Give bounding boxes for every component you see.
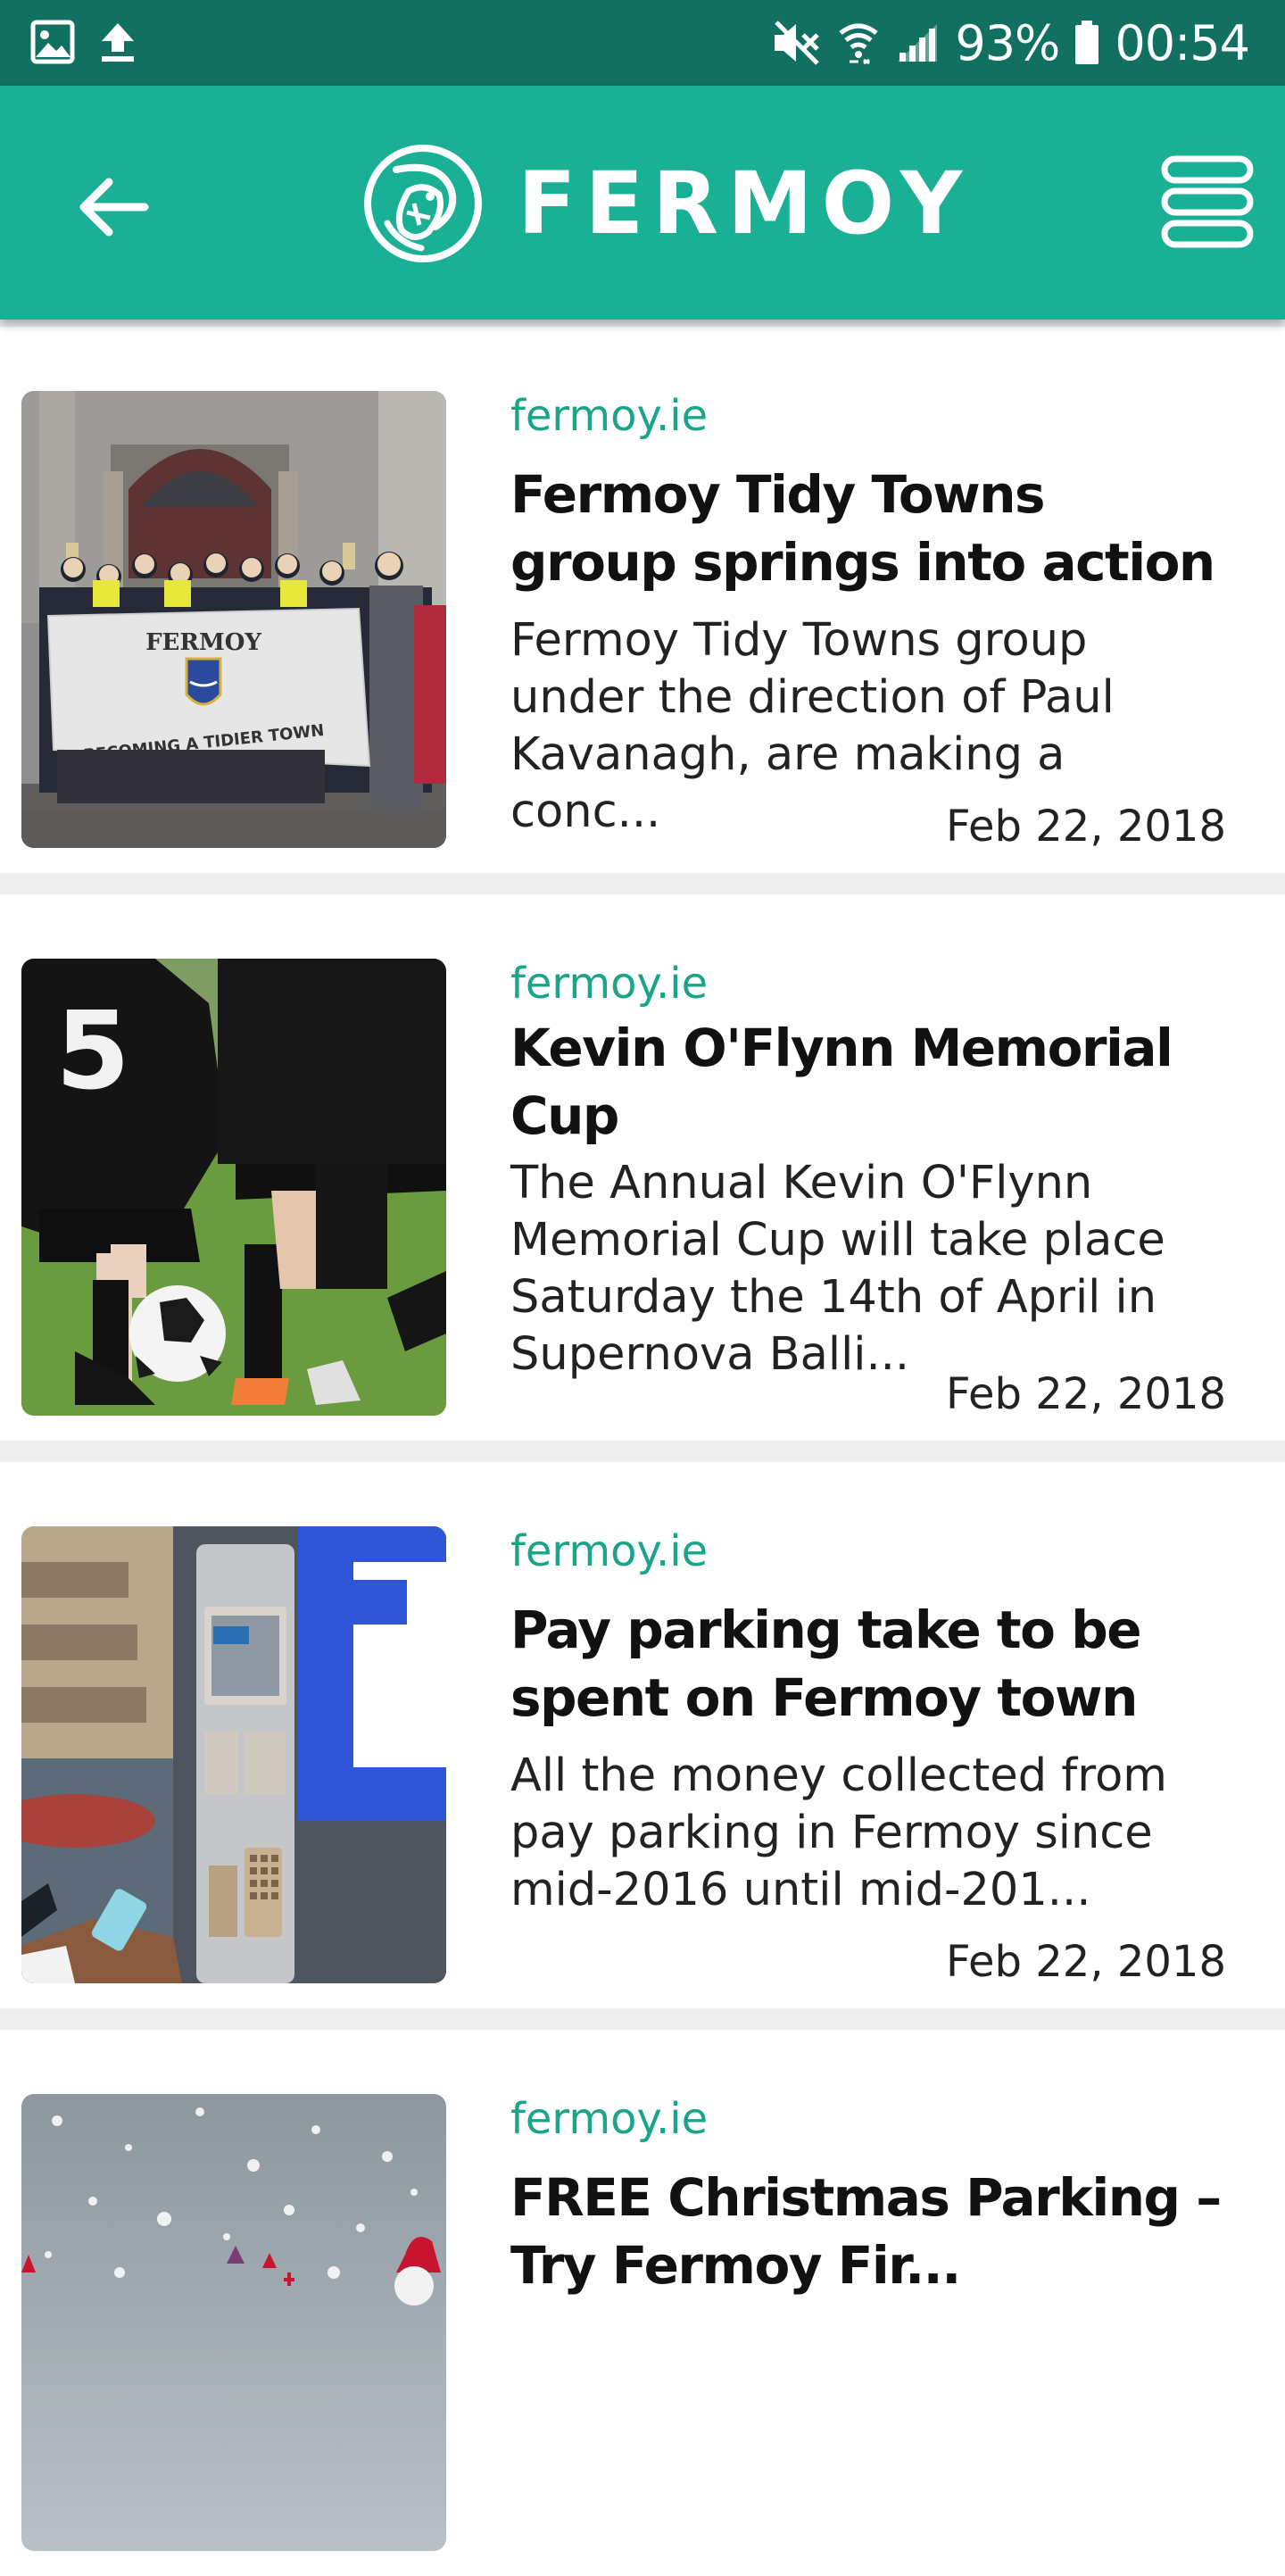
article-source[interactable]: fermoy.ie — [510, 391, 1224, 441]
article-date: Feb 22, 2018 — [946, 1937, 1226, 1987]
article-thumbnail: 5 — [21, 959, 446, 1416]
article-title[interactable]: Fermoy Tidy Towns group springs into act… — [510, 461, 1224, 596]
mute-icon — [775, 21, 820, 65]
fish-logo-icon — [364, 145, 482, 262]
image-icon — [30, 20, 75, 64]
article-thumbnail — [21, 2094, 446, 2551]
article-thumbnail: P — [21, 1526, 446, 1983]
article-excerpt: The Annual Kevin O'Flynn Memorial Cup wi… — [510, 1157, 1165, 1381]
signal-icon — [898, 24, 938, 62]
banner-title: FERMOY — [145, 629, 261, 656]
article-excerpt: All the money collected from pay parking… — [510, 1749, 1167, 1916]
article-thumbnail: FERMOY BECOMING A TIDIER TOWN — [21, 391, 446, 848]
article-text: fermoy.ie Pay parking take to be spent o… — [510, 1526, 1224, 1919]
article-card[interactable]: 5 fermoy.ie Kevin O'Flynn Memorial Cup T… — [0, 894, 1285, 1441]
back-arrow-icon[interactable] — [73, 166, 155, 248]
article-card[interactable]: P fermo — [0, 1462, 1285, 2008]
article-date: Feb 22, 2018 — [946, 1369, 1226, 1419]
wifi-icon — [839, 23, 878, 65]
battery-icon — [1075, 21, 1099, 64]
app-logo[interactable]: FERMOY — [362, 143, 971, 264]
app-bar: FERMOY — [0, 86, 1285, 320]
article-source[interactable]: fermoy.ie — [510, 1526, 1224, 1576]
upload-icon — [102, 23, 134, 62]
logo-text: FERMOY — [518, 154, 972, 253]
article-source[interactable]: fermoy.ie — [510, 2094, 1224, 2144]
jersey-number: 5 — [55, 990, 130, 1114]
article-title[interactable]: FREE Christmas Parking – Try Fermoy Fir.… — [510, 2164, 1224, 2299]
clock: 00:54 — [1115, 14, 1250, 71]
article-source[interactable]: fermoy.ie — [510, 959, 1224, 1009]
battery-percent: 93% — [955, 14, 1060, 71]
article-date: Feb 22, 2018 — [946, 802, 1226, 852]
article-title[interactable]: Kevin O'Flynn Memorial Cup — [510, 1014, 1224, 1150]
status-bar: 93% 00:54 — [0, 0, 1285, 86]
menu-icon[interactable] — [1160, 154, 1255, 250]
article-text: fermoy.ie Fermoy Tidy Towns group spring… — [510, 391, 1224, 841]
article-title[interactable]: Pay parking take to be spent on Fermoy t… — [510, 1596, 1224, 1732]
article-card[interactable]: FERMOY BECOMING A TIDIER TOWN fermoy.ie … — [0, 327, 1285, 873]
article-text: fermoy.ie Kevin O'Flynn Memorial Cup The… — [510, 959, 1224, 1384]
article-card[interactable]: fermoy.ie FREE Christmas Parking – Try F… — [0, 2030, 1285, 2576]
article-text: fermoy.ie FREE Christmas Parking – Try F… — [510, 2094, 1224, 2299]
